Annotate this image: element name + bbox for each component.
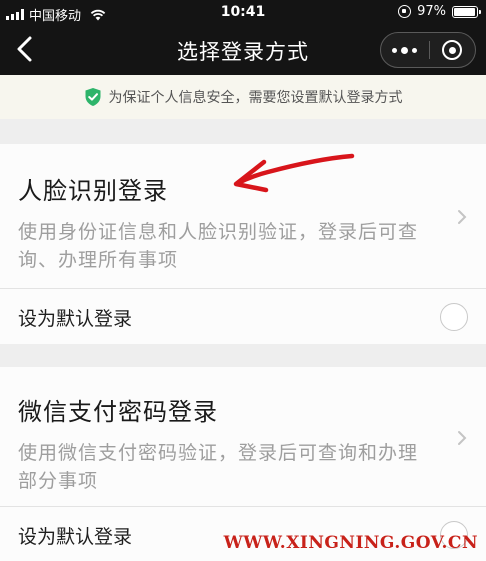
option-description: 使用身份证信息和人脸识别验证，登录后可查询、办理所有事项	[18, 221, 419, 271]
battery-fill	[454, 7, 476, 16]
chevron-right-icon	[458, 210, 467, 224]
status-right-group: 97%	[398, 4, 481, 19]
chevron-right-icon	[458, 431, 467, 445]
orientation-lock-icon	[398, 5, 412, 18]
close-mini-program-icon[interactable]	[429, 33, 475, 67]
more-dots-icon[interactable]	[381, 33, 429, 67]
option-description: 使用微信支付密码验证，登录后可查询和办理部分事项	[18, 442, 419, 492]
battery-percent: 97%	[417, 4, 446, 19]
green-shield-check-icon	[85, 88, 100, 106]
set-default-label: 设为默认登录	[18, 307, 133, 330]
default-radio-face[interactable]	[440, 303, 468, 331]
notice-text: 为保证个人信息安全，需要您设置默认登录方式	[108, 90, 403, 106]
set-default-label: 设为默认登录	[18, 525, 133, 548]
site-watermark: WWW.XINGNING.GOV.CN	[223, 533, 478, 553]
top-bar: 中国移动 10:41 97% 选择登录方式	[0, 0, 486, 75]
battery-icon	[452, 5, 481, 18]
security-notice: 为保证个人信息安全，需要您设置默认登录方式	[0, 75, 486, 119]
status-bar: 中国移动 10:41 97%	[0, 0, 486, 26]
mini-program-capsule	[380, 32, 476, 68]
red-arrow-annotation	[233, 153, 355, 193]
login-option-card-wechat-pay: 微信支付密码登录 使用微信支付密码验证，登录后可查询和办理部分事项 设为默认登录	[0, 367, 486, 561]
login-option-wechat-pay[interactable]: 微信支付密码登录 使用微信支付密码验证，登录后可查询和办理部分事项	[0, 367, 486, 506]
set-default-row-face[interactable]: 设为默认登录	[0, 289, 486, 345]
option-title: 微信支付密码登录	[18, 398, 218, 426]
nav-bar: 选择登录方式	[0, 26, 486, 75]
